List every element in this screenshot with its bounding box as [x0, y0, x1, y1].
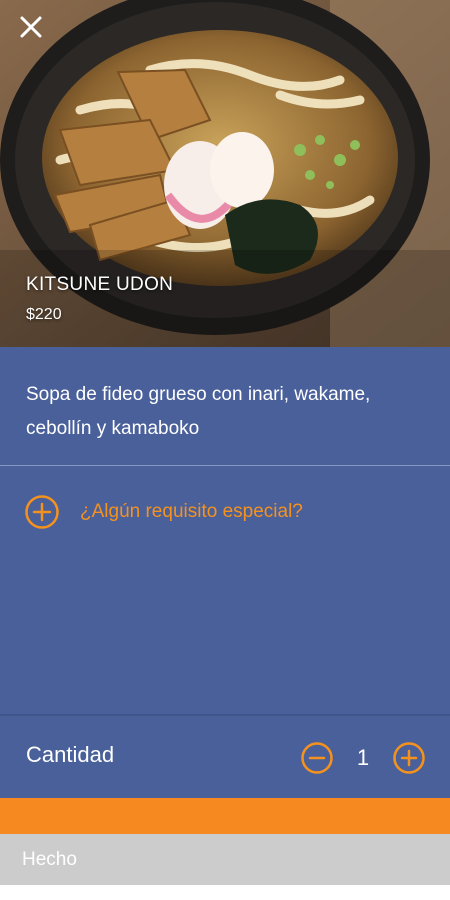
dish-photo: KITSUNE UDON $220 — [0, 0, 450, 347]
plus-circle-icon — [393, 742, 425, 774]
quantity-value: 1 — [356, 745, 370, 770]
decrement-button[interactable] — [300, 741, 334, 775]
close-icon — [20, 16, 42, 38]
dish-name: KITSUNE UDON — [26, 274, 174, 295]
increment-button[interactable] — [392, 741, 426, 775]
dish-price: $220 — [26, 306, 62, 323]
done-button[interactable]: Hecho — [0, 834, 450, 885]
plus-circle-icon — [25, 495, 59, 529]
minus-circle-icon — [301, 742, 333, 774]
dish-description: Sopa de fideo grueso con inari, wakame, … — [26, 384, 371, 439]
quantity-stepper: 1 — [300, 740, 426, 776]
quantity-label: Cantidad — [26, 742, 115, 767]
divider-top — [0, 465, 450, 466]
divider-bottom — [0, 714, 450, 716]
special-request-label: ¿Algún requisito especial? — [80, 501, 303, 522]
done-label: Hecho — [22, 849, 77, 870]
special-request-button[interactable]: ¿Algún requisito especial? — [24, 492, 303, 532]
close-button[interactable] — [14, 10, 48, 44]
accent-bar — [0, 798, 450, 834]
